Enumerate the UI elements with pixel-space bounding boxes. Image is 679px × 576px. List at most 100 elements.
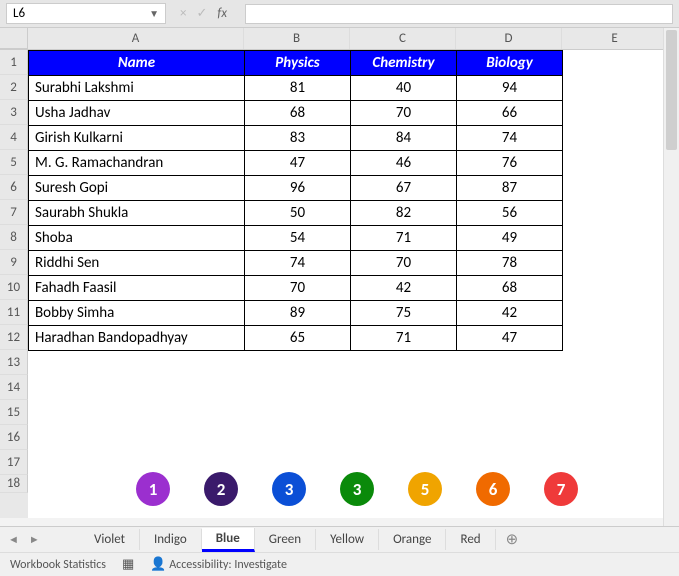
row-header[interactable]: 16	[0, 425, 28, 450]
col-header-D[interactable]: D	[456, 28, 562, 49]
cell-physics[interactable]: 74	[245, 251, 351, 276]
cell-biology[interactable]: 94	[457, 76, 563, 101]
cell-physics[interactable]: 81	[245, 76, 351, 101]
cell-biology[interactable]: 56	[457, 201, 563, 226]
col-header-E[interactable]: E	[562, 28, 668, 49]
accessibility-icon: 👤	[150, 557, 166, 572]
cell-name[interactable]: Riddhi Sen	[29, 251, 245, 276]
cell-chemistry[interactable]: 75	[351, 301, 457, 326]
cell-biology[interactable]: 74	[457, 126, 563, 151]
cell-chemistry[interactable]: 40	[351, 76, 457, 101]
cell-name[interactable]: Fahadh Faasil	[29, 276, 245, 301]
header-physics[interactable]: Physics	[245, 51, 351, 76]
tab-red[interactable]: Red	[446, 529, 495, 550]
chevron-down-icon[interactable]: ▼	[149, 7, 159, 20]
row-header[interactable]: 14	[0, 375, 28, 400]
next-sheet-icon[interactable]: ►	[29, 533, 40, 546]
prev-sheet-icon[interactable]: ◄	[8, 533, 19, 546]
cell-name[interactable]: Girish Kulkarni	[29, 126, 245, 151]
column-headers: A B C D E	[0, 28, 679, 50]
cell-name[interactable]: Shoba	[29, 226, 245, 251]
cell-physics[interactable]: 47	[245, 151, 351, 176]
row-header[interactable]: 5	[0, 150, 28, 175]
tab-violet[interactable]: Violet	[80, 529, 140, 550]
cell-chemistry[interactable]: 46	[351, 151, 457, 176]
tab-orange[interactable]: Orange	[379, 529, 446, 550]
select-all-corner[interactable]	[0, 28, 28, 49]
header-biology[interactable]: Biology	[457, 51, 563, 76]
fx-icon[interactable]: fx	[217, 6, 227, 21]
cell-biology[interactable]: 76	[457, 151, 563, 176]
cell-biology[interactable]: 68	[457, 276, 563, 301]
row-header[interactable]: 7	[0, 200, 28, 225]
tab-blue[interactable]: Blue	[202, 528, 255, 552]
cell-physics[interactable]: 83	[245, 126, 351, 151]
cell-chemistry[interactable]: 70	[351, 101, 457, 126]
row-header[interactable]: 3	[0, 100, 28, 125]
cell-biology[interactable]: 49	[457, 226, 563, 251]
cell-name[interactable]: Haradhan Bandopadhyay	[29, 326, 245, 351]
cell-chemistry[interactable]: 82	[351, 201, 457, 226]
cell-chemistry[interactable]: 67	[351, 176, 457, 201]
badge-violet: 1	[136, 472, 170, 506]
cell-biology[interactable]: 66	[457, 101, 563, 126]
tab-indigo[interactable]: Indigo	[140, 529, 202, 550]
cell-physics[interactable]: 70	[245, 276, 351, 301]
cell-chemistry[interactable]: 70	[351, 251, 457, 276]
row-header[interactable]: 11	[0, 300, 28, 325]
row-header[interactable]: 15	[0, 400, 28, 425]
table-row: Haradhan Bandopadhyay657147	[29, 326, 563, 351]
cell-chemistry[interactable]: 42	[351, 276, 457, 301]
cell-physics[interactable]: 54	[245, 226, 351, 251]
row-header[interactable]: 12	[0, 325, 28, 350]
col-header-B[interactable]: B	[244, 28, 350, 49]
display-settings-icon[interactable]: ▦	[122, 557, 134, 572]
header-name[interactable]: Name	[29, 51, 245, 76]
data-table: Name Physics Chemistry Biology Surabhi L…	[28, 50, 563, 351]
enter-icon: ✓	[196, 6, 207, 21]
cell-name[interactable]: Bobby Simha	[29, 301, 245, 326]
row-header[interactable]: 4	[0, 125, 28, 150]
cell-name[interactable]: Surabhi Lakshmi	[29, 76, 245, 101]
accessibility-button[interactable]: 👤 Accessibility: Investigate	[150, 557, 287, 572]
workbook-stats-label[interactable]: Workbook Statistics	[10, 558, 106, 572]
formula-input[interactable]	[245, 4, 673, 24]
cells[interactable]: Name Physics Chemistry Biology Surabhi L…	[28, 50, 679, 518]
row-header[interactable]: 6	[0, 175, 28, 200]
row-header[interactable]: 10	[0, 275, 28, 300]
cell-biology[interactable]: 42	[457, 301, 563, 326]
cell-biology[interactable]: 87	[457, 176, 563, 201]
header-chemistry[interactable]: Chemistry	[351, 51, 457, 76]
cell-name[interactable]: Usha Jadhav	[29, 101, 245, 126]
col-header-C[interactable]: C	[350, 28, 456, 49]
vertical-scrollbar[interactable]	[663, 28, 679, 526]
cell-physics[interactable]: 96	[245, 176, 351, 201]
name-box[interactable]: L6 ▼	[6, 3, 166, 24]
row-header[interactable]: 17	[0, 450, 28, 475]
add-sheet-button[interactable]: ⊕	[496, 527, 529, 552]
row-header[interactable]: 13	[0, 350, 28, 375]
row-header[interactable]: 1	[0, 50, 28, 75]
cell-physics[interactable]: 89	[245, 301, 351, 326]
cell-chemistry[interactable]: 71	[351, 226, 457, 251]
row-header[interactable]: 2	[0, 75, 28, 100]
cell-biology[interactable]: 47	[457, 326, 563, 351]
cell-chemistry[interactable]: 71	[351, 326, 457, 351]
cell-name[interactable]: M. G. Ramachandran	[29, 151, 245, 176]
cell-physics[interactable]: 65	[245, 326, 351, 351]
cell-physics[interactable]: 50	[245, 201, 351, 226]
cell-physics[interactable]: 68	[245, 101, 351, 126]
cell-chemistry[interactable]: 84	[351, 126, 457, 151]
cell-biology[interactable]: 78	[457, 251, 563, 276]
badge-yellow: 5	[408, 472, 442, 506]
badge-green: 3	[340, 472, 374, 506]
col-header-A[interactable]: A	[28, 28, 244, 49]
cell-name[interactable]: Saurabh Shukla	[29, 201, 245, 226]
scrollbar-thumb[interactable]	[666, 30, 677, 150]
row-header[interactable]: 9	[0, 250, 28, 275]
row-header[interactable]: 18	[0, 475, 28, 493]
cell-name[interactable]: Suresh Gopi	[29, 176, 245, 201]
row-header[interactable]: 8	[0, 225, 28, 250]
tab-green[interactable]: Green	[255, 529, 316, 550]
tab-yellow[interactable]: Yellow	[316, 529, 379, 550]
